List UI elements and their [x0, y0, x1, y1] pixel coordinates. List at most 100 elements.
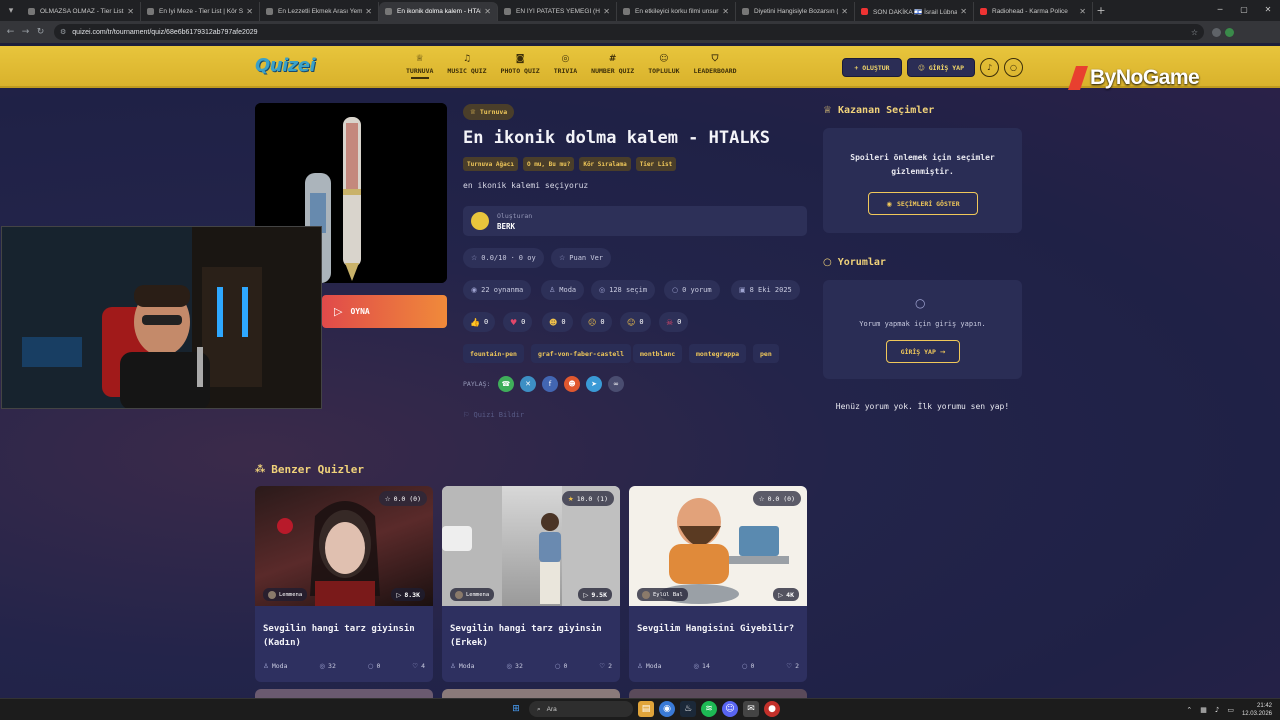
close-tab-icon[interactable]: ✕: [127, 7, 134, 16]
nav-leaderboard[interactable]: ⛉ LEADERBOARD: [691, 54, 740, 79]
browser-tab[interactable]: En etkileyici korku filmi unsuru ✕: [617, 2, 736, 21]
tab-search-icon[interactable]: ▾: [0, 0, 22, 21]
reaction-wow[interactable]: ☹ 0: [581, 312, 612, 332]
windows-start-icon[interactable]: ⊞: [508, 701, 524, 717]
menu-icon[interactable]: [1238, 28, 1247, 37]
reload-icon[interactable]: ↻: [33, 27, 48, 37]
close-tab-icon[interactable]: ✕: [1079, 7, 1086, 16]
login-button[interactable]: ☺ GİRİŞ YAP: [907, 58, 975, 77]
taskbar-search[interactable]: ⌕ Ara: [529, 701, 633, 717]
play-button[interactable]: ▷ OYNA: [322, 295, 447, 328]
reaction-angry[interactable]: ☠ 0: [659, 312, 689, 332]
mail-icon[interactable]: ✉: [743, 701, 759, 717]
close-tab-icon[interactable]: ✕: [603, 7, 610, 16]
browser-tab[interactable]: Radiohead - Karma Police ✕: [974, 2, 1093, 21]
nav-trivia[interactable]: ◎ TRIVIA: [551, 54, 580, 79]
chat-icon: ◎: [561, 54, 570, 64]
plays-badge: ▷ 4K: [773, 588, 799, 601]
x-twitter-icon[interactable]: ✕: [520, 376, 536, 392]
close-tab-icon[interactable]: ✕: [246, 7, 253, 16]
bell-icon[interactable]: ♪: [980, 58, 999, 77]
category-stat[interactable]: ♙ Moda: [541, 280, 585, 300]
close-tab-icon[interactable]: ✕: [484, 7, 491, 16]
copy-link-icon[interactable]: ∞: [608, 376, 624, 392]
network-icon[interactable]: ▦: [1200, 706, 1207, 714]
forward-icon[interactable]: →: [18, 27, 33, 37]
music-icon: ♫: [462, 54, 472, 64]
volume-icon[interactable]: ♪: [1215, 706, 1219, 714]
quiz-card-meta: ♙ Moda ◎ 32 ○ 0 ♡ 2: [450, 662, 612, 670]
comment-login-button[interactable]: GİRİŞ YAP →: [886, 340, 960, 363]
site-logo[interactable]: Quizei: [255, 55, 316, 76]
nav-music-quiz[interactable]: ♫ MUSIC QUIZ: [444, 54, 489, 79]
discord-icon[interactable]: ☺: [722, 701, 738, 717]
avatar: [268, 590, 276, 599]
creator-card[interactable]: Oluşturan BERK: [463, 206, 807, 236]
quiz-card[interactable]: ☆ 0.0 (0) Eylül Bal ▷ 4K Sevgilim Hangisin…: [629, 486, 807, 682]
quiz-card[interactable]: ☆ 0.0 (0) Lemmena ▷ 8.3K Sevgilin hangi ta…: [255, 486, 433, 682]
new-tab-icon[interactable]: +: [1093, 4, 1109, 17]
reaction-laugh[interactable]: ☻ 0: [542, 312, 573, 332]
clock[interactable]: 21:42 12.03.2026: [1242, 702, 1272, 718]
telegram-icon[interactable]: ➤: [586, 376, 602, 392]
create-button[interactable]: + OLUŞTUR: [842, 58, 902, 77]
browser-tab[interactable]: En İyi Meze - Tier List | Kör Sıra ✕: [141, 2, 260, 21]
search-icon[interactable]: ○: [1004, 58, 1023, 77]
maximize-icon[interactable]: ▢: [1232, 0, 1256, 21]
nav-number-quiz[interactable]: # NUMBER QUIZ: [588, 54, 637, 79]
minimize-icon[interactable]: ─: [1208, 0, 1232, 21]
site-info-icon[interactable]: ⚙: [60, 28, 66, 36]
reaction-sad[interactable]: ☺ 0: [620, 312, 651, 332]
nav-photo-quiz[interactable]: ◙ PHOTO QUIZ: [498, 54, 543, 79]
nav-turnuva[interactable]: ♕ TURNUVA: [403, 54, 436, 79]
browser-tab[interactable]: SON DAKİKA 🇮🇱 İsrail Lübnan'ı ✕: [855, 2, 974, 21]
browser-tab[interactable]: Diyetini Hangisiyle Bozarsın (H ✕: [736, 2, 855, 21]
back-icon[interactable]: ←: [3, 27, 18, 37]
battery-icon[interactable]: ▭: [1227, 706, 1234, 714]
obs-icon[interactable]: ●: [764, 701, 780, 717]
chrome-icon[interactable]: ◉: [659, 701, 675, 717]
author-chip[interactable]: Lemmena: [263, 588, 308, 601]
quiz-card[interactable]: ★ 10.0 (1) Lemmena ▷ 9.5K Sevgilin hangi t…: [442, 486, 620, 682]
quiz-description: en ikonik kalemi seçiyoruz: [463, 181, 589, 190]
close-tab-icon[interactable]: ✕: [841, 7, 848, 16]
tag-chip[interactable]: pen: [753, 344, 779, 363]
tray-chevron-icon[interactable]: ⌃: [1186, 706, 1192, 714]
browser-tab[interactable]: EN İYİ PATATES YEMEĞİ (HTALK✕: [498, 2, 617, 21]
close-tab-icon[interactable]: ✕: [365, 7, 372, 16]
tag-chip[interactable]: montegrappa: [689, 344, 747, 363]
author-chip[interactable]: Eylül Bal: [637, 588, 688, 601]
reaction-thumbs-up[interactable]: 👍 0: [463, 312, 496, 332]
browser-tab[interactable]: En Lezzetli Ekmek Arası Yemeği ✕: [260, 2, 379, 21]
show-choices-button[interactable]: ◉ SEÇİMLERİ GÖSTER: [868, 192, 978, 215]
rate-button[interactable]: ☆ Puan Ver: [551, 248, 611, 268]
mode-badge[interactable]: Tier List: [635, 157, 677, 171]
nav-topluluk[interactable]: ☺ TOPLULUK: [645, 54, 682, 79]
close-tab-icon[interactable]: ✕: [960, 7, 967, 16]
bookmark-star-icon[interactable]: ☆: [1191, 28, 1198, 37]
reddit-icon[interactable]: ☻: [564, 376, 580, 392]
tag-chip[interactable]: fountain-pen: [463, 344, 524, 363]
browser-tab[interactable]: OLMAZSA OLMAZ - Tier List | ✕: [22, 2, 141, 21]
reaction-heart[interactable]: ♥ 0: [503, 312, 533, 332]
tag-chip[interactable]: graf-von-faber-castell: [531, 344, 632, 363]
file-explorer-icon[interactable]: ▤: [638, 701, 654, 717]
report-quiz-link[interactable]: ⚐ Quizi Bildir: [463, 411, 524, 419]
extension-icon[interactable]: [1212, 27, 1221, 37]
extension-icon[interactable]: [1225, 27, 1234, 37]
spotify-icon[interactable]: ≋: [701, 701, 717, 717]
close-window-icon[interactable]: ✕: [1256, 0, 1280, 21]
creator-label: Oluşturan: [497, 211, 533, 220]
mode-badge[interactable]: Kör Sıralama: [579, 157, 631, 171]
author-chip[interactable]: Lemmena: [450, 588, 495, 601]
favicon-icon: [504, 8, 511, 15]
mode-badge[interactable]: Turnuva Ağacı: [463, 157, 518, 171]
whatsapp-icon[interactable]: ☎: [498, 376, 514, 392]
close-tab-icon[interactable]: ✕: [722, 7, 729, 16]
steam-icon[interactable]: ♨: [680, 701, 696, 717]
mode-badge[interactable]: O mu, Bu mu?: [522, 157, 575, 171]
tag-chip[interactable]: montblanc: [633, 344, 683, 363]
browser-tab-active[interactable]: En ikonik dolma kalem - HTALK ✕: [379, 2, 498, 21]
url-input[interactable]: ⚙ quizei.com/tr/tournament/quiz/68e6b617…: [54, 24, 1204, 40]
facebook-icon[interactable]: f: [542, 376, 558, 392]
